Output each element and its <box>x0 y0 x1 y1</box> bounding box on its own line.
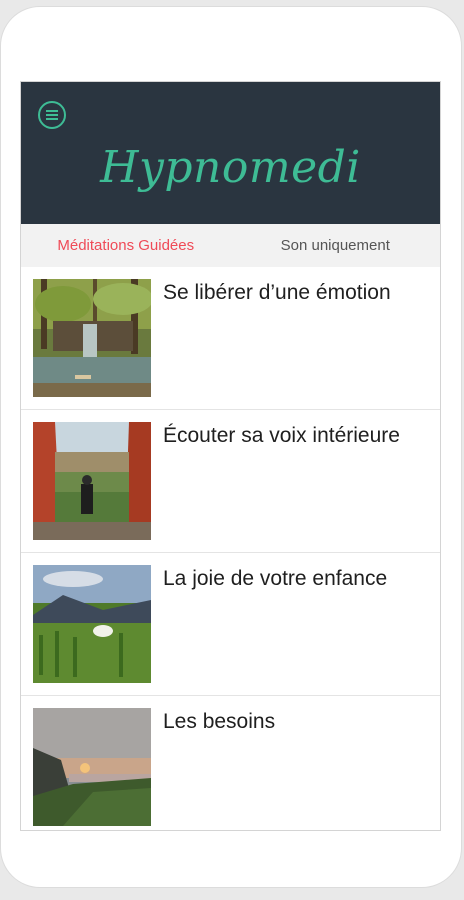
tab-guided-meditations[interactable]: Méditations Guidées <box>21 224 231 267</box>
coastal-sunset-photo <box>33 708 151 826</box>
app-screen: Hypnomedi Méditations Guidées Son unique… <box>20 81 441 831</box>
menu-icon[interactable] <box>38 101 66 129</box>
meditation-title: La joie de votre enfance <box>163 567 388 590</box>
list-item[interactable]: Écouter sa voix intérieure <box>21 410 440 553</box>
list-item[interactable]: Se libérer d’une émotion <box>21 267 440 410</box>
app-header: Hypnomedi <box>21 82 440 224</box>
phone-frame: Hypnomedi Méditations Guidées Son unique… <box>0 6 462 888</box>
forest-waterfall-photo <box>33 279 151 397</box>
meditation-title: Les besoins <box>163 710 276 733</box>
list-item[interactable]: La joie de votre enfance <box>21 553 440 696</box>
canyon-hiker-photo <box>33 422 151 540</box>
meditation-title: Se libérer d’une émotion <box>163 281 391 304</box>
app-logo: Hypnomedi <box>100 142 361 193</box>
tab-bar: Méditations Guidées Son uniquement <box>21 224 440 267</box>
meditation-list: Se libérer d’une émotion Écouter sa voix… <box>21 267 440 830</box>
meditation-title: Écouter sa voix intérieure <box>163 424 400 447</box>
tab-sound-only[interactable]: Son uniquement <box>231 224 441 267</box>
list-item[interactable]: Les besoins <box>21 696 440 830</box>
meadow-flowers-photo <box>33 565 151 683</box>
